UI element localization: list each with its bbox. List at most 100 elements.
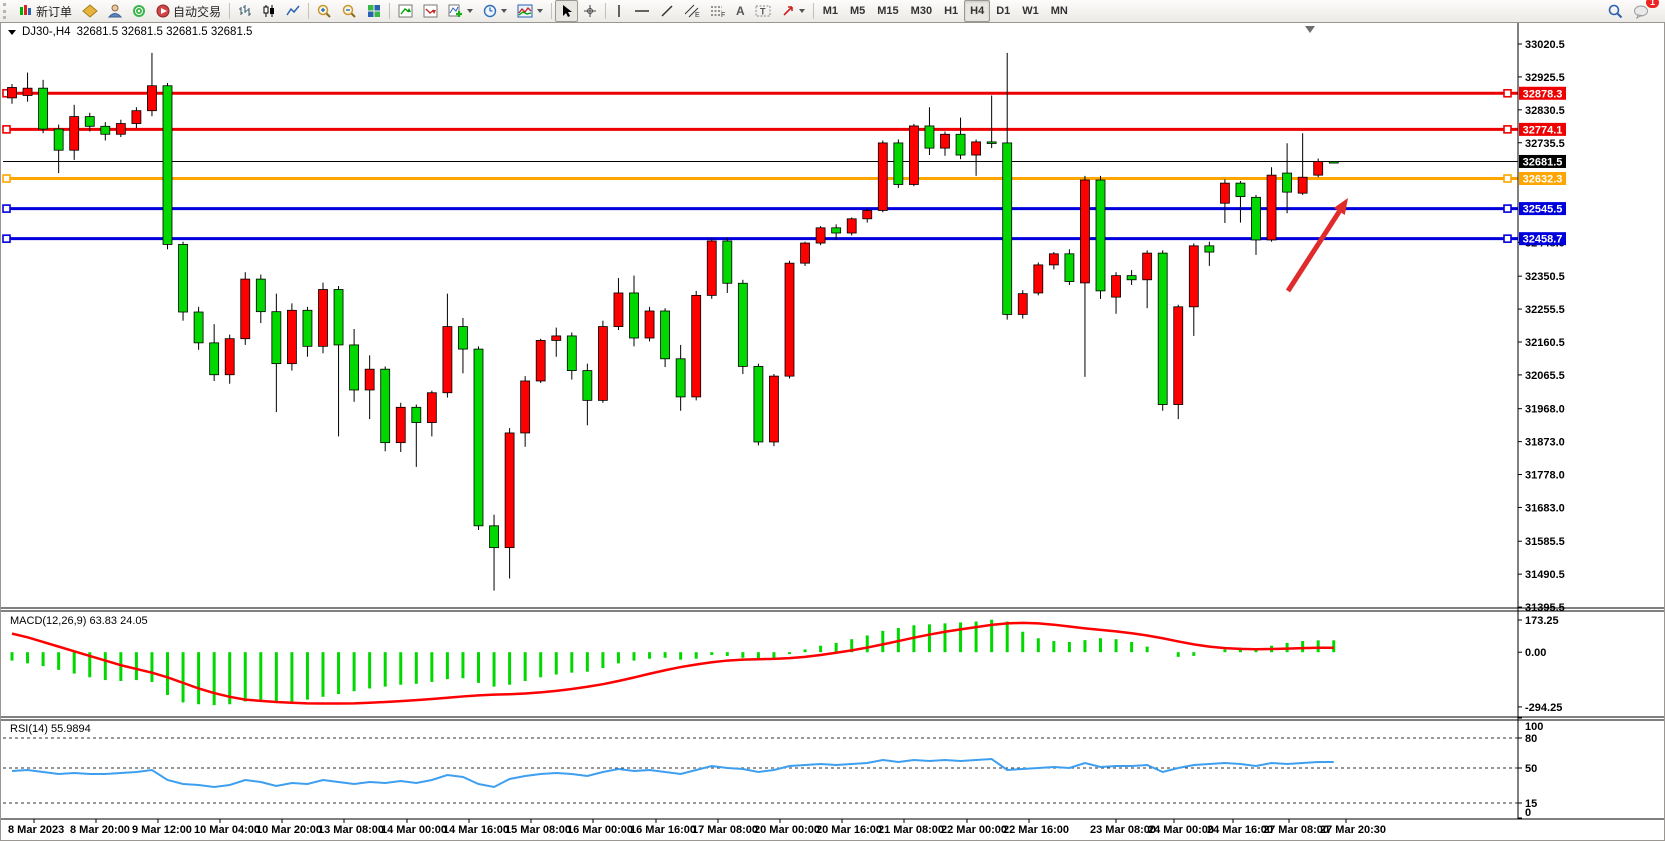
template-button[interactable] bbox=[512, 0, 548, 22]
time-tick-label: 22 Mar 00:00 bbox=[941, 824, 1007, 836]
candle bbox=[1220, 183, 1229, 203]
candle bbox=[925, 126, 934, 148]
horizontal-line-tool-button[interactable] bbox=[629, 0, 655, 22]
trendline-icon bbox=[660, 4, 674, 18]
vertical-line-tool-button[interactable] bbox=[609, 0, 629, 22]
zoom-in-button[interactable] bbox=[312, 0, 337, 22]
trendline-tool-button[interactable] bbox=[655, 0, 679, 22]
line-handle[interactable] bbox=[3, 235, 10, 242]
period-caret[interactable] bbox=[501, 9, 507, 13]
time-tick-label: 15 Mar 08:00 bbox=[505, 824, 571, 836]
chart-window[interactable]: 33020.532925.532830.532735.532448.032350… bbox=[0, 22, 1665, 841]
cursor-tool-button[interactable] bbox=[555, 0, 578, 22]
new-indicator-window-button[interactable] bbox=[393, 0, 418, 22]
line-handle[interactable] bbox=[1504, 175, 1511, 182]
trend-arrow[interactable] bbox=[1288, 211, 1339, 291]
zoom-out-button[interactable] bbox=[337, 0, 362, 22]
fibonacci-icon: F bbox=[710, 4, 726, 18]
macd-tick-label: -294.25 bbox=[1525, 702, 1562, 714]
candle bbox=[987, 142, 996, 144]
line-handle[interactable] bbox=[1504, 90, 1511, 97]
text-label-tool-button[interactable]: T bbox=[750, 0, 776, 22]
equidistant-channel-tool-button[interactable]: E bbox=[679, 0, 705, 22]
candle bbox=[614, 293, 623, 327]
timeframe-button-m15[interactable]: M15 bbox=[871, 0, 904, 22]
price-tag: 32878.3 bbox=[1523, 88, 1563, 100]
line-handle[interactable] bbox=[1504, 205, 1511, 212]
timeframe-button-m5[interactable]: M5 bbox=[844, 0, 871, 22]
signal-button[interactable] bbox=[127, 0, 151, 22]
time-tick-label: 10 Mar 20:00 bbox=[256, 824, 322, 836]
candle bbox=[412, 407, 421, 422]
candle bbox=[1143, 253, 1152, 280]
candle bbox=[116, 124, 125, 135]
template-caret[interactable] bbox=[537, 9, 543, 13]
channel-icon: E bbox=[684, 4, 700, 18]
tile-windows-button[interactable] bbox=[362, 0, 386, 22]
crosshair-tool-button[interactable] bbox=[578, 0, 602, 22]
arrows-tool-caret[interactable] bbox=[799, 9, 805, 13]
price-tick-label: 31395.5 bbox=[1525, 602, 1565, 614]
price-tick-label: 32925.5 bbox=[1525, 72, 1565, 84]
timeframe-button-d1[interactable]: D1 bbox=[990, 0, 1016, 22]
fibonacci-tool-button[interactable]: F bbox=[705, 0, 731, 22]
autotrading-button[interactable]: 自动交易 bbox=[151, 0, 226, 22]
line-handle[interactable] bbox=[3, 175, 10, 182]
candle bbox=[692, 295, 701, 397]
timeframe-button-h1[interactable]: H1 bbox=[938, 0, 964, 22]
candle bbox=[661, 311, 670, 359]
time-axis[interactable]: 8 Mar 20238 Mar 20:009 Mar 12:0010 Mar 0… bbox=[8, 819, 1386, 836]
candle bbox=[1127, 276, 1136, 280]
add-indicator-button[interactable] bbox=[443, 0, 478, 22]
template-icon bbox=[517, 4, 533, 18]
candle bbox=[754, 366, 763, 442]
remove-indicator-window-button[interactable] bbox=[418, 0, 443, 22]
candle bbox=[1314, 161, 1323, 175]
timeframe-button-mn[interactable]: MN bbox=[1045, 0, 1074, 22]
chart-symbol-period: DJ30-,H4 bbox=[22, 26, 71, 38]
price-tick-label: 31683.0 bbox=[1525, 502, 1565, 514]
candle bbox=[894, 143, 903, 185]
candle bbox=[319, 289, 328, 346]
add-indicator-icon bbox=[448, 4, 463, 18]
candle bbox=[303, 310, 312, 346]
notifications-button[interactable]: 1 bbox=[1628, 0, 1655, 22]
timeframe-button-m1[interactable]: M1 bbox=[817, 0, 844, 22]
shift-marker-icon[interactable] bbox=[1305, 26, 1315, 33]
add-indicator-caret[interactable] bbox=[467, 9, 473, 13]
search-button[interactable] bbox=[1603, 0, 1628, 22]
candle bbox=[909, 126, 918, 185]
line-handle[interactable] bbox=[1504, 126, 1511, 133]
bar-chart-button[interactable] bbox=[233, 0, 257, 22]
period-button[interactable] bbox=[478, 0, 512, 22]
bar-chart-icon bbox=[238, 4, 252, 18]
chart-canvas[interactable]: 33020.532925.532830.532735.532448.032350… bbox=[0, 22, 1665, 841]
time-tick-label: 24 Mar 00:00 bbox=[1148, 824, 1214, 836]
candle bbox=[847, 219, 856, 233]
timeframe-button-h4[interactable]: H4 bbox=[964, 0, 990, 22]
time-tick-label: 21 Mar 08:00 bbox=[878, 824, 944, 836]
candle bbox=[1158, 253, 1167, 404]
profile-button[interactable] bbox=[103, 0, 127, 22]
candlestick-series bbox=[8, 53, 1339, 591]
candle bbox=[427, 393, 436, 423]
line-chart-button[interactable] bbox=[281, 0, 305, 22]
candle bbox=[85, 117, 94, 127]
chart-dropdown-icon[interactable] bbox=[8, 30, 16, 35]
line-handle[interactable] bbox=[1504, 235, 1511, 242]
line-handle[interactable] bbox=[3, 126, 10, 133]
price-tick-label: 33020.5 bbox=[1525, 39, 1565, 51]
line-handle[interactable] bbox=[3, 205, 10, 212]
candle bbox=[194, 312, 203, 343]
new-order-button[interactable]: 新订单 bbox=[14, 0, 77, 22]
svg-text:F: F bbox=[721, 12, 725, 18]
timeframe-button-w1[interactable]: W1 bbox=[1016, 0, 1045, 22]
charts-stack-button[interactable] bbox=[77, 0, 103, 22]
indicator-window-icon bbox=[398, 4, 413, 18]
text-tool-button[interactable]: A bbox=[731, 0, 750, 22]
timeframe-button-m30[interactable]: M30 bbox=[905, 0, 938, 22]
toolbar-grip[interactable] bbox=[3, 3, 11, 19]
candle bbox=[972, 142, 981, 155]
candlestick-chart-button[interactable] bbox=[257, 0, 281, 22]
arrows-tool-button[interactable] bbox=[776, 0, 810, 22]
